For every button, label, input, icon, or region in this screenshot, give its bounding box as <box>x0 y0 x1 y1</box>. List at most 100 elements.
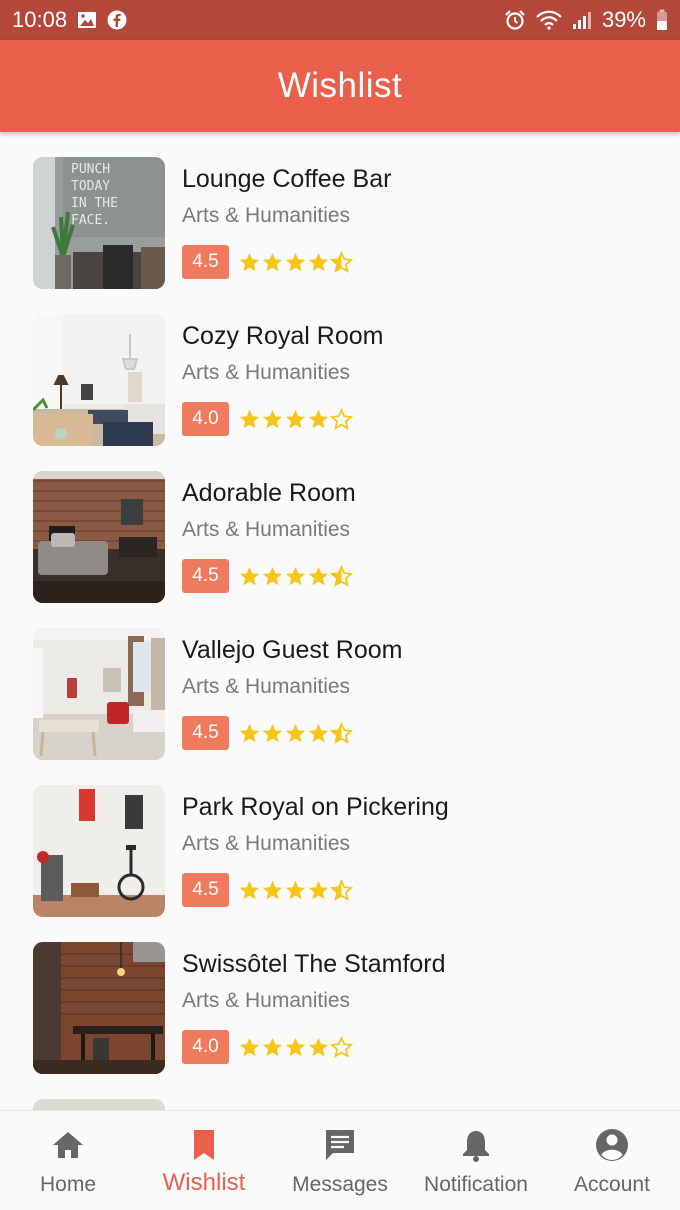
svg-text:PUNCH: PUNCH <box>71 162 110 177</box>
star-rating <box>238 564 353 588</box>
image-icon <box>77 11 97 29</box>
page-title: Wishlist <box>277 66 403 105</box>
star-rating <box>238 250 353 274</box>
status-bar: 10:08 39% <box>0 0 680 40</box>
wishlist-list: PUNCH TODAY IN THE FACE. Lounge Coffee B… <box>0 132 680 1110</box>
rating: 4.0 <box>182 1030 353 1064</box>
rating: 4.5 <box>182 873 353 907</box>
star-full-icon <box>307 251 330 274</box>
star-full-icon <box>284 879 307 902</box>
star-full-icon <box>261 1036 284 1059</box>
svg-text:IN THE: IN THE <box>71 196 118 211</box>
star-full-icon <box>307 408 330 431</box>
nav-label: Messages <box>292 1173 388 1196</box>
star-full-icon <box>238 1036 261 1059</box>
star-half-icon <box>330 878 353 902</box>
item-title: Vallejo Guest Room <box>182 636 403 664</box>
wishlist-item[interactable]: PUNCH TODAY IN THE FACE. Lounge Coffee B… <box>33 157 633 289</box>
star-full-icon <box>238 565 261 588</box>
star-half-icon <box>330 721 353 745</box>
wishlist-item-partial[interactable] <box>33 1099 633 1110</box>
star-full-icon <box>307 722 330 745</box>
guest-room-photo <box>33 628 165 760</box>
wishlist-item[interactable]: Swissôtel The Stamford Arts & Humanities… <box>33 942 633 1074</box>
item-category: Arts & Humanities <box>182 204 351 227</box>
rating-badge: 4.5 <box>182 245 229 279</box>
brick-dining-photo <box>33 942 165 1074</box>
nav-messages[interactable]: Messages <box>272 1111 408 1210</box>
nav-wishlist[interactable]: Wishlist <box>136 1111 272 1210</box>
star-half-icon <box>330 250 353 274</box>
star-full-icon <box>238 251 261 274</box>
rating: 4.5 <box>182 245 353 279</box>
rating-badge: 4.0 <box>182 402 229 436</box>
battery-icon <box>656 9 668 31</box>
coffee-bar-photo: PUNCH TODAY IN THE FACE. <box>33 157 165 289</box>
rating-badge: 4.5 <box>182 559 229 593</box>
star-full-icon <box>261 565 284 588</box>
unicycle-room-photo <box>33 785 165 917</box>
star-empty-icon <box>330 407 353 431</box>
item-category: Arts & Humanities <box>182 675 351 698</box>
item-title: Swissôtel The Stamford <box>182 950 446 978</box>
wishlist-item[interactable]: Adorable Room Arts & Humanities 4.5 <box>33 471 633 603</box>
star-full-icon <box>238 408 261 431</box>
item-category: Arts & Humanities <box>182 989 351 1012</box>
star-full-icon <box>261 408 284 431</box>
item-category: Arts & Humanities <box>182 361 351 384</box>
wishlist-item[interactable]: Vallejo Guest Room Arts & Humanities 4.5 <box>33 628 633 760</box>
star-full-icon <box>307 1036 330 1059</box>
nav-label: Home <box>39 1173 97 1196</box>
star-rating <box>238 721 353 745</box>
star-full-icon <box>261 251 284 274</box>
account-icon <box>596 1129 628 1161</box>
brick-living-room-photo <box>33 471 165 603</box>
item-title: Park Royal on Pickering <box>182 793 449 821</box>
star-half-icon <box>330 564 353 588</box>
nav-label: Wishlist <box>162 1169 246 1196</box>
wifi-icon <box>536 10 562 30</box>
nav-home[interactable]: Home <box>0 1111 136 1210</box>
star-full-icon <box>238 722 261 745</box>
bright-room-photo <box>33 314 165 446</box>
rating-badge: 4.5 <box>182 716 229 750</box>
bell-icon <box>463 1131 489 1162</box>
item-title: Lounge Coffee Bar <box>182 165 392 193</box>
star-full-icon <box>261 879 284 902</box>
rating: 4.5 <box>182 559 353 593</box>
rating: 4.5 <box>182 716 353 750</box>
star-full-icon <box>307 565 330 588</box>
star-full-icon <box>238 879 261 902</box>
bottom-navigation: Home Wishlist Messages Notification Acco… <box>0 1110 680 1210</box>
star-full-icon <box>284 722 307 745</box>
star-rating <box>238 407 353 431</box>
item-title: Cozy Royal Room <box>182 322 384 350</box>
app-bar: Wishlist <box>0 40 680 132</box>
nav-account[interactable]: Account <box>544 1111 680 1210</box>
facebook-icon <box>107 10 127 30</box>
star-rating <box>238 878 353 902</box>
svg-text:TODAY: TODAY <box>71 179 110 194</box>
star-full-icon <box>284 408 307 431</box>
rating: 4.0 <box>182 402 353 436</box>
message-icon <box>326 1130 354 1160</box>
star-rating <box>238 1035 353 1059</box>
item-title: Adorable Room <box>182 479 356 507</box>
wishlist-item[interactable]: Cozy Royal Room Arts & Humanities 4.0 <box>33 314 633 446</box>
home-icon <box>53 1132 83 1158</box>
item-category: Arts & Humanities <box>182 832 351 855</box>
nav-label: Notification <box>424 1173 528 1196</box>
wishlist-item[interactable]: Park Royal on Pickering Arts & Humanitie… <box>33 785 633 917</box>
clock: 10:08 <box>12 7 68 32</box>
star-full-icon <box>284 251 307 274</box>
rating-badge: 4.0 <box>182 1030 229 1064</box>
alarm-icon <box>504 9 526 31</box>
room-photo <box>33 1099 165 1110</box>
star-empty-icon <box>330 1035 353 1059</box>
nav-notification[interactable]: Notification <box>408 1111 544 1210</box>
star-full-icon <box>307 879 330 902</box>
item-category: Arts & Humanities <box>182 518 351 541</box>
star-full-icon <box>261 722 284 745</box>
signal-icon <box>572 10 592 30</box>
star-full-icon <box>284 1036 307 1059</box>
